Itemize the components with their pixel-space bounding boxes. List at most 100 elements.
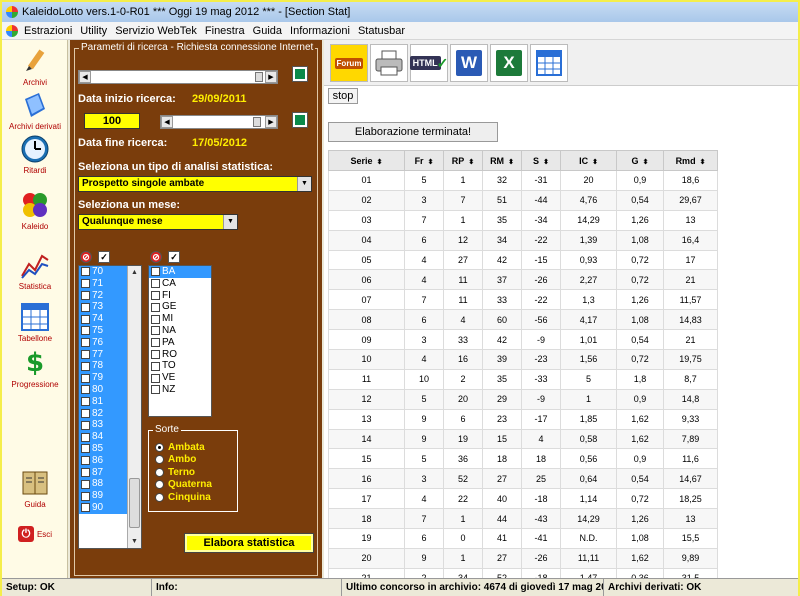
sorte-option[interactable]: Quaterna [155,479,212,492]
html-button[interactable]: HTML ✓ [409,44,448,82]
checkbox[interactable]: ✓ [151,267,160,277]
excel-button[interactable]: X [490,44,528,82]
menu-servizio-webtek[interactable]: Servizio WebTek [111,25,201,37]
number-item[interactable]: ✓ 77 [79,348,127,361]
sort-icon[interactable]: ⬍ [468,159,474,166]
radio-button[interactable] [155,442,164,452]
table-row[interactable]: 09 3 33 42 -9 1,01 0,54 21 [328,329,718,351]
number-item[interactable]: ✓ 79 [79,372,127,384]
sort-icon[interactable]: ⬍ [643,159,649,166]
deselect-numbers-icon[interactable]: ⊘ [80,251,92,263]
column-header[interactable]: RM ⬍ [482,150,522,171]
number-item[interactable]: ✓ 74 [79,313,127,325]
number-item[interactable]: ✓ 89 [79,490,127,502]
sort-icon[interactable]: ⬍ [428,159,434,166]
number-item[interactable]: ✓ 90 [79,501,127,514]
wheel-item[interactable]: MI [149,313,211,325]
print-button[interactable] [370,44,408,82]
number-item[interactable]: ✓ 86 [79,454,127,467]
checkbox[interactable]: ✓ [81,456,90,466]
scroll-up-icon[interactable]: ▲ [128,266,141,279]
slider-thumb[interactable] [253,117,261,127]
elabora-statistica-button[interactable]: Elabora statistica [184,533,314,553]
menu-statusbar[interactable]: Statusbar [354,25,409,37]
checkbox[interactable]: ✓ [81,279,90,289]
wheel-item[interactable]: NA [149,325,211,337]
number-item[interactable]: ✓ 87 [79,466,127,479]
checkbox[interactable]: ✓ [81,479,90,489]
table-row[interactable]: 10 4 16 39 -23 1,56 0,72 19,75 [328,349,718,370]
table-row[interactable]: 01 5 1 32 -31 20 0,9 18,6 [328,170,718,191]
table-row[interactable]: 07 7 11 33 -22 1,3 1,26 11,57 [328,289,718,311]
end-calendar-icon[interactable] [292,112,308,128]
sidebar-item-archivi-derivati[interactable]: Archivi derivati [2,90,68,131]
checkbox[interactable]: ✓ [81,373,90,383]
checkbox[interactable] [151,302,160,312]
wheel-item[interactable]: GE [149,301,211,313]
radio-button[interactable] [155,455,164,465]
table-row[interactable]: 20 9 1 27 -26 11,11 1,62 9,89 [328,547,718,569]
number-item[interactable]: ✓ 76 [79,336,127,349]
checkbox[interactable]: ✓ [81,349,90,359]
number-item[interactable]: ✓ 71 [79,277,127,290]
checkbox[interactable]: ✓ [81,361,90,371]
slider-right-arrow-icon[interactable]: ▶ [265,71,277,83]
number-item[interactable]: ✓ 70 [79,266,127,278]
column-header[interactable]: RP ⬍ [443,150,483,171]
sort-icon[interactable]: ⬍ [700,159,706,166]
deselect-wheels-icon[interactable]: ⊘ [150,251,162,263]
checkbox[interactable]: ✓ [81,408,90,418]
checkbox[interactable]: ✓ [81,385,90,395]
menu-app-icon[interactable] [6,24,18,37]
checkbox[interactable]: ✓ [81,302,90,312]
checkbox[interactable] [151,338,160,348]
checkbox[interactable] [151,385,160,395]
select-numbers-icon[interactable]: ✓ [98,251,110,263]
sidebar-item-ritardi[interactable]: Ritardi [2,134,68,175]
wheel-item[interactable]: NZ [149,384,211,396]
table-row[interactable]: 19 6 0 41 -41 N.D. 1,08 15,5 [328,528,718,549]
table-row[interactable]: 06 4 11 37 -26 2,27 0,72 21 [328,269,718,291]
wheels-listbox[interactable]: ✓ BA CA FI GE MI NA PA RO TO VE NZ [148,265,212,417]
number-item[interactable]: ✓ 83 [79,419,127,432]
sorte-option[interactable]: Terno [155,466,212,479]
number-item[interactable]: ✓ 72 [79,289,127,302]
start-date-slider[interactable]: ◀ ▶ [78,70,278,84]
export-button[interactable] [530,44,568,82]
number-item[interactable]: ✓ 81 [79,395,127,408]
column-header[interactable]: S ⬍ [521,150,561,171]
column-header[interactable]: Serie ⬍ [328,150,405,171]
sort-icon[interactable]: ⬍ [543,159,549,166]
table-row[interactable]: 14 9 19 15 4 0,58 1,62 7,89 [328,428,718,450]
sidebar-item-archivi[interactable]: Archivi [2,46,68,87]
table-row[interactable]: 11 10 2 35 -33 5 1,8 8,7 [328,368,718,390]
checkbox[interactable] [151,290,160,300]
stop-button[interactable]: stop [328,88,358,104]
sorte-option[interactable]: Ambata [155,441,212,454]
scroll-thumb[interactable] [129,478,140,528]
radio-button[interactable] [155,467,164,477]
sidebar-item-esci[interactable]: ⏻ Esci [2,526,68,542]
forum-button[interactable]: Forum [330,44,368,82]
sidebar-item-statistica[interactable]: Statistica [2,250,68,291]
wheel-item[interactable]: PA [149,337,211,349]
checkbox[interactable]: ✓ [81,503,90,513]
slider-left-arrow-icon[interactable]: ◀ [79,71,91,83]
select-wheels-icon[interactable]: ✓ [168,251,180,263]
number-item[interactable]: ✓ 85 [79,442,127,455]
analysis-select[interactable]: Prospetto singole ambate ▼ [78,176,312,192]
numbers-scrollbar[interactable]: ▲ ▼ [127,266,141,548]
menu-utility[interactable]: Utility [76,25,111,37]
column-header[interactable]: G ⬍ [616,150,664,171]
sidebar-item-guida[interactable]: Guida [2,468,68,509]
chevron-down-icon[interactable]: ▼ [297,177,311,191]
number-item[interactable]: ✓ 80 [79,383,127,396]
checkbox[interactable] [151,314,160,324]
table-row[interactable]: 03 7 1 35 -34 14,29 1,26 13 [328,209,718,231]
slider-thumb[interactable] [255,72,263,82]
checkbox[interactable]: ✓ [81,467,90,477]
checkbox[interactable] [151,361,160,371]
menu-guida[interactable]: Guida [249,25,286,37]
checkbox[interactable]: ✓ [81,444,90,454]
wheel-item[interactable]: RO [149,349,211,361]
